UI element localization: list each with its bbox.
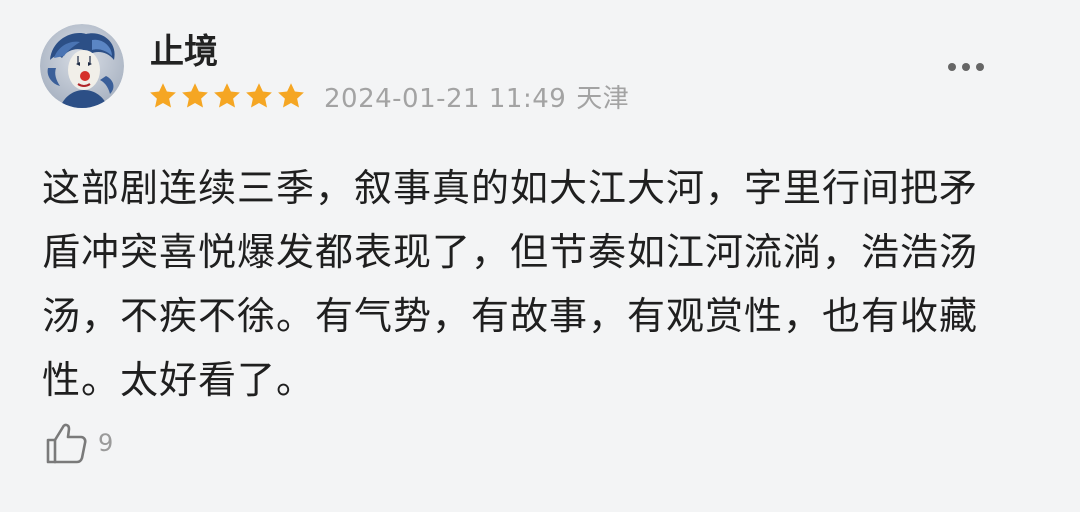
more-dots-icon: [962, 63, 970, 71]
thumbs-up-icon: [46, 423, 87, 464]
star-rating: [148, 81, 306, 111]
rating-row: 2024-01-21 11:49 天津: [148, 76, 629, 116]
star-icon: [278, 83, 304, 108]
star-icon: [246, 83, 272, 108]
review-text: 这部剧连续三季，叙事真的如大江大河，字里行间把矛盾冲突喜悦爆发都表现了，但节奏如…: [42, 166, 979, 402]
review-date: 2024-01-21 11:49: [324, 83, 567, 114]
username[interactable]: 止境: [150, 30, 218, 74]
more-options-button[interactable]: [938, 52, 994, 82]
star-icon: [214, 83, 240, 108]
review-meta: 2024-01-21 11:49 天津: [324, 78, 629, 115]
star-icon: [150, 83, 176, 108]
review-location: 天津: [576, 83, 630, 114]
review-card: 止境 2024-01-21 11:49 天津 这部剧连续三季，叙事真的如大江大河，…: [0, 0, 1080, 512]
more-dots-icon: [976, 63, 984, 71]
star-icon: [182, 83, 208, 108]
like-count: 9: [98, 429, 114, 457]
like-button[interactable]: 9: [42, 418, 113, 468]
more-dots-icon: [948, 63, 956, 71]
avatar[interactable]: [40, 24, 124, 108]
avatar-image: [40, 24, 124, 108]
